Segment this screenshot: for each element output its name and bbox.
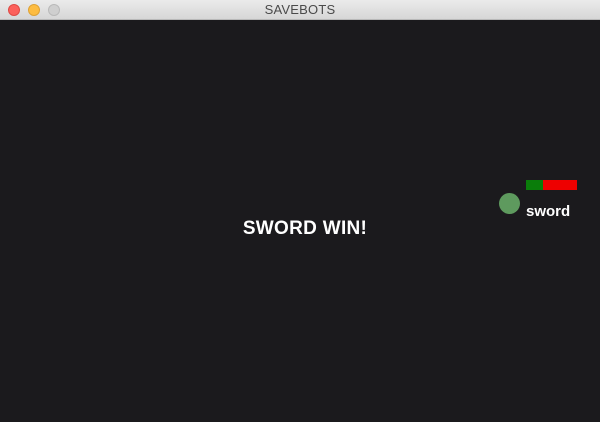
- bot-name-label: sword: [526, 203, 571, 220]
- win-message: SWORD WIN!: [242, 218, 368, 239]
- title-bar: SAVEBOTS: [0, 0, 600, 20]
- bot-health-bar: [526, 180, 577, 190]
- app-window: SAVEBOTS SWORD WIN! sword: [0, 0, 600, 422]
- bot-body: [499, 193, 520, 214]
- bot-health-fill: [526, 180, 543, 190]
- game-canvas[interactable]: SWORD WIN! sword: [0, 20, 600, 422]
- window-title: SAVEBOTS: [264, 2, 336, 17]
